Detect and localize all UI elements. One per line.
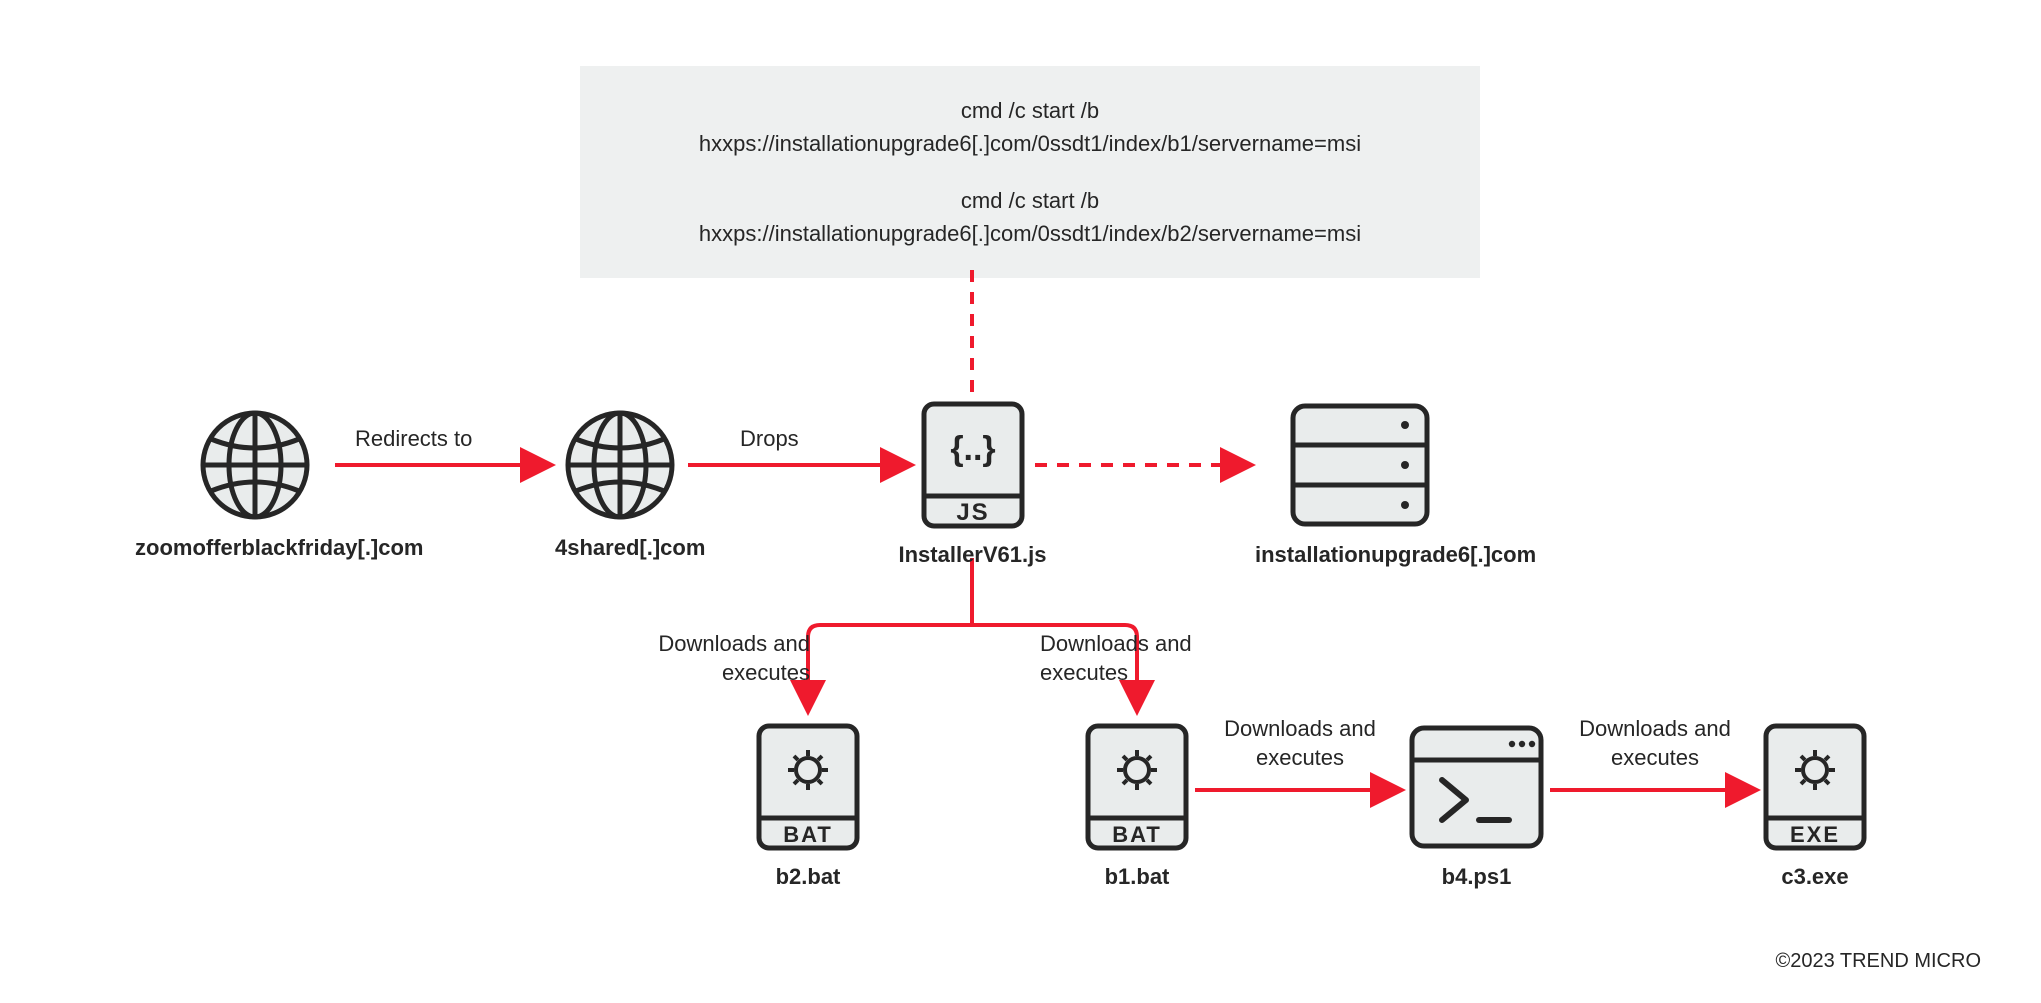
svg-text:BAT: BAT: [783, 822, 833, 847]
js-file-icon: JS {..}: [918, 398, 1028, 532]
node-label: zoomofferblackfriday[.]com: [135, 535, 375, 561]
cmd-line2: hxxps://installationupgrade6[.]com/0ssdt…: [620, 127, 1440, 160]
node-bat-b1: BAT b1.bat: [1082, 720, 1192, 890]
node-label: b4.ps1: [1404, 864, 1549, 890]
svg-text:EXE: EXE: [1790, 822, 1840, 847]
node-label: installationupgrade6[.]com: [1255, 542, 1465, 568]
edge-dl-exec-right2: Downloads and executes: [1040, 630, 1220, 687]
node-js-file: JS {..} InstallerV61.js: [895, 398, 1050, 568]
globe-icon: [195, 405, 315, 525]
node-server: installationupgrade6[.]com: [1255, 398, 1465, 568]
bat-file-icon: BAT: [1082, 720, 1192, 854]
edge-dl-exec-b1-ps1: Downloads and executes: [1215, 715, 1385, 772]
edge-drops-label: Drops: [740, 425, 799, 454]
node-exe: EXE c3.exe: [1760, 720, 1870, 890]
globe-icon: [560, 405, 680, 525]
node-globe-4shared: 4shared[.]com: [555, 405, 685, 561]
edge-dl-exec-left: Downloads and executes: [650, 630, 810, 687]
node-label: InstallerV61.js: [895, 542, 1050, 568]
node-label: b2.bat: [753, 864, 863, 890]
command-box: cmd /c start /b hxxps://installationupgr…: [580, 66, 1480, 278]
svg-text:JS: JS: [956, 499, 989, 526]
bat-file-icon: BAT: [753, 720, 863, 854]
node-label: c3.exe: [1760, 864, 1870, 890]
exe-file-icon: EXE: [1760, 720, 1870, 854]
server-icon: [1285, 398, 1435, 532]
node-label: 4shared[.]com: [555, 535, 685, 561]
terminal-icon: [1404, 720, 1549, 854]
node-ps1: b4.ps1: [1404, 720, 1549, 890]
node-label: b1.bat: [1082, 864, 1192, 890]
svg-text:BAT: BAT: [1112, 822, 1162, 847]
copyright-text: ©2023 TREND MICRO: [1775, 950, 1981, 973]
node-globe-zoomoffer: zoomofferblackfriday[.]com: [135, 405, 375, 561]
node-bat-b2: BAT b2.bat: [753, 720, 863, 890]
cmd-line3: cmd /c start /b: [620, 184, 1440, 217]
edge-dl-exec-ps1-exe: Downloads and executes: [1570, 715, 1740, 772]
svg-text:{..}: {..}: [950, 430, 995, 468]
cmd-line4: hxxps://installationupgrade6[.]com/0ssdt…: [620, 217, 1440, 250]
cmd-line1: cmd /c start /b: [620, 94, 1440, 127]
